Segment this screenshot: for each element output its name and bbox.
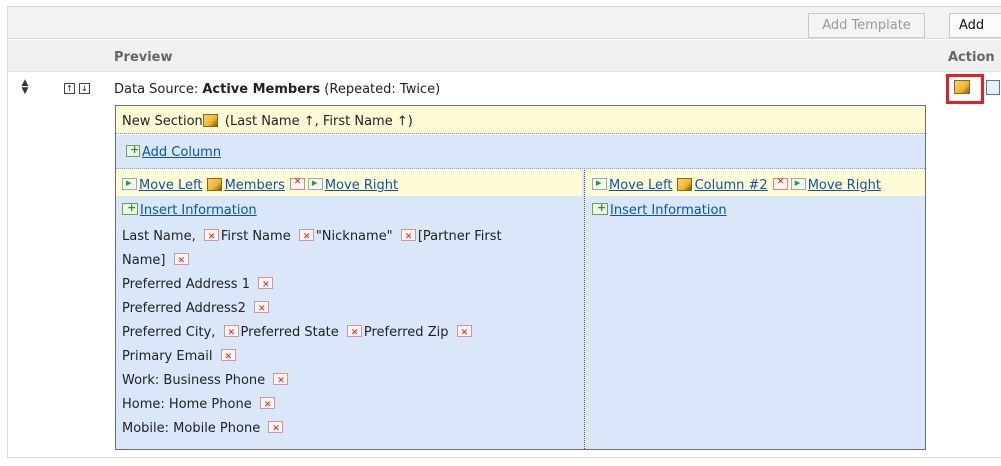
remove-field-icon[interactable] <box>259 396 275 414</box>
toolbar: Add Template Add <box>8 7 1001 39</box>
section-title: New Section <box>122 114 203 129</box>
column-edit-icon[interactable] <box>206 178 222 191</box>
field-text: "Nickname" <box>315 229 397 244</box>
field-line: Preferred City, Preferred State Preferre… <box>122 324 572 348</box>
field-line: Mobile: Mobile Phone <box>122 420 572 444</box>
column-2: Move Left Column #2 Move Right Insert Inf… <box>586 170 925 449</box>
move-right-icon[interactable] <box>307 176 323 190</box>
data-source-name: Active Members <box>202 82 321 97</box>
field-text: Home: Home Phone <box>122 397 256 412</box>
field-line: Last Name, First Name "Nickname" [Partne… <box>122 228 572 252</box>
remove-field-icon[interactable] <box>400 228 416 246</box>
field-text: Mobile: Mobile Phone <box>122 421 265 436</box>
field-line: Preferred Address 1 <box>122 276 572 300</box>
move-up-icon[interactable]: ↑ <box>64 83 75 94</box>
remove-field-icon[interactable] <box>456 324 472 342</box>
add-template-button[interactable]: Add Template <box>808 13 925 38</box>
field-text: Preferred Address 1 <box>122 277 255 292</box>
section-sort: (Last Name ↑, First Name ↑) <box>220 114 413 129</box>
field-text: Work: Business Phone <box>122 373 270 388</box>
remove-field-icon[interactable] <box>298 228 314 246</box>
add-column-row: Add Column <box>116 135 925 169</box>
column-name-link[interactable]: Members <box>225 178 285 193</box>
remove-field-icon[interactable] <box>203 228 219 246</box>
column-members: Move Left Members Move Right Insert Infor… <box>116 170 585 449</box>
table-header: Preview Action <box>8 40 1001 72</box>
move-left-link[interactable]: Move Left <box>139 178 202 193</box>
remove-field-icon[interactable] <box>253 300 269 318</box>
action-column-header: Action <box>948 50 995 65</box>
insert-information-icon[interactable] <box>592 201 608 215</box>
delete-column-icon[interactable] <box>772 177 788 190</box>
field-line: Work: Business Phone <box>122 372 572 396</box>
remove-field-icon[interactable] <box>223 324 239 342</box>
remove-field-icon[interactable] <box>268 420 284 438</box>
field-text: [Partner First <box>417 229 502 244</box>
column-name-link[interactable]: Column #2 <box>695 178 768 193</box>
insert-information-icon[interactable] <box>122 201 138 215</box>
insert-information-link[interactable]: Insert Information <box>610 203 727 218</box>
remove-field-icon[interactable] <box>273 372 289 390</box>
preview-column-header: Preview <box>114 50 173 65</box>
field-text: First Name <box>220 229 295 244</box>
move-down-icon[interactable]: ↓ <box>79 83 90 94</box>
drag-handle-icon[interactable]: ▲ ▼ <box>20 79 30 96</box>
field-text: Name] <box>122 253 170 268</box>
move-left-icon[interactable] <box>122 176 137 190</box>
field-text: Preferred Address2 <box>122 301 250 316</box>
field-text: Last Name, <box>122 229 200 244</box>
move-right-link[interactable]: Move Right <box>808 178 881 193</box>
add-column-link[interactable]: Add Column <box>142 145 221 160</box>
remove-field-icon[interactable] <box>220 348 236 366</box>
divider <box>7 457 1001 458</box>
field-line: Home: Home Phone <box>122 396 572 420</box>
data-source-row: ▲ ▼ ↑ ↓ Data Source: Active Members (Repe… <box>8 73 1001 104</box>
copy-icon[interactable] <box>986 80 1000 95</box>
section-edit-icon[interactable] <box>202 114 218 127</box>
section-preview: New Section (Last Name ↑, First Name ↑) … <box>115 105 926 450</box>
move-right-link[interactable]: Move Right <box>325 178 398 193</box>
section-header: New Section (Last Name ↑, First Name ↑) <box>116 106 925 134</box>
column-header: Move Left Column #2 Move Right <box>586 170 925 196</box>
field-line: Name] <box>122 252 572 276</box>
data-source-label: Data Source: Active Members (Repeated: T… <box>114 82 441 97</box>
add-column-icon[interactable] <box>126 143 140 157</box>
move-left-link[interactable]: Move Left <box>609 178 672 193</box>
move-left-icon[interactable] <box>592 176 607 190</box>
column-header: Move Left Members Move Right <box>116 170 582 196</box>
field-text: Preferred State <box>240 325 343 340</box>
delete-column-icon[interactable] <box>289 177 305 190</box>
field-list: Last Name, First Name "Nickname" [Partne… <box>122 228 572 444</box>
remove-field-icon[interactable] <box>173 252 189 270</box>
field-text: Primary Email <box>122 349 217 364</box>
field-line: Preferred Address2 <box>122 300 572 324</box>
move-right-icon[interactable] <box>790 176 806 190</box>
column-edit-icon[interactable] <box>676 178 692 191</box>
field-text: Preferred City, <box>122 325 220 340</box>
field-text: Preferred Zip <box>363 325 453 340</box>
add-button[interactable]: Add <box>949 13 1001 38</box>
field-line: Primary Email <box>122 348 572 372</box>
remove-field-icon[interactable] <box>346 324 362 342</box>
remove-field-icon[interactable] <box>258 276 274 294</box>
pencil-edit-icon[interactable] <box>954 80 970 94</box>
insert-information-link[interactable]: Insert Information <box>140 203 257 218</box>
